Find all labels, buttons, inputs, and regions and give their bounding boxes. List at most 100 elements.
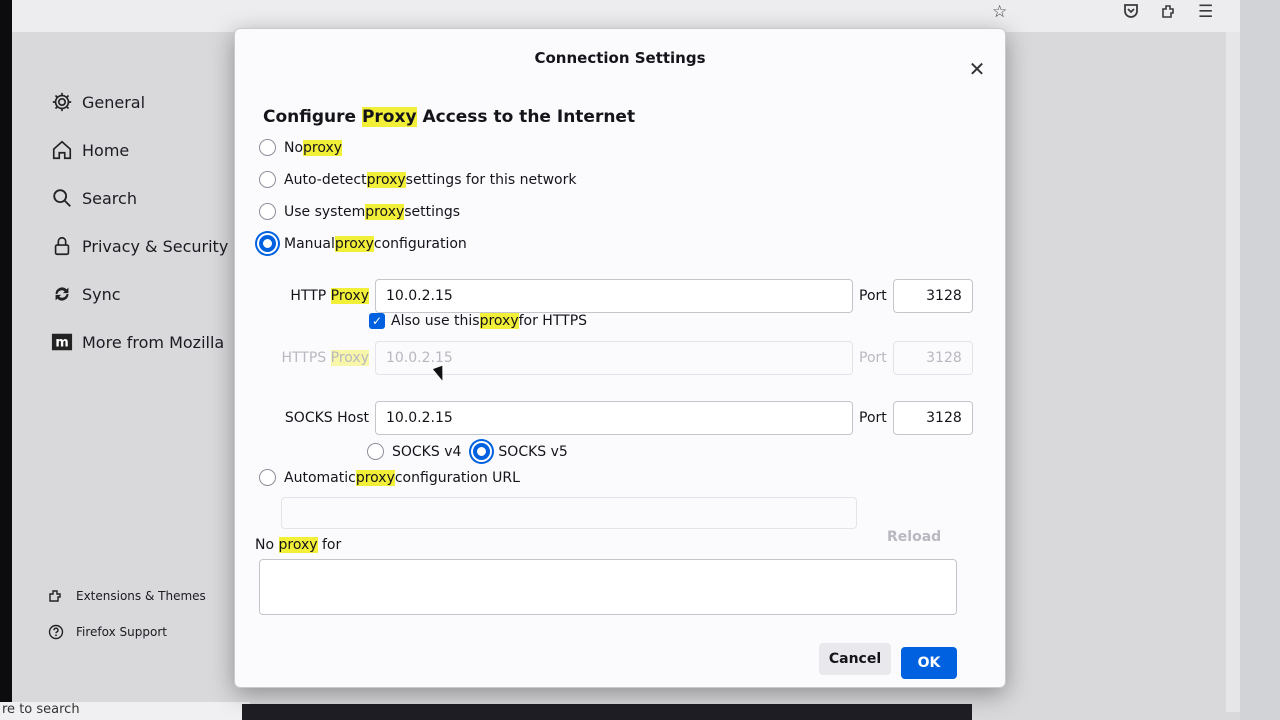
settings-sidebar: General Home Search Privacy & Security S… [50, 78, 230, 366]
http-proxy-label: HTTP Proxy [290, 288, 369, 304]
sidebar-item-general[interactable]: General [50, 78, 230, 126]
cancel-button[interactable]: Cancel [819, 643, 891, 675]
sync-icon [50, 282, 74, 306]
checkbox-checked[interactable]: ✓ [369, 313, 385, 329]
sidebar-item-label: Search [82, 188, 137, 208]
radio-button[interactable] [259, 171, 276, 188]
also-https-checkbox[interactable]: ✓ Also use this proxy for HTTPS [369, 313, 587, 329]
radio-auto-config-url[interactable]: Automatic proxy configuration URL [259, 469, 520, 486]
https-port-label: Port [859, 350, 887, 366]
heading-text-end: Access to the Internet [416, 107, 636, 127]
option-text-end: configuration [373, 235, 467, 252]
https-proxy-row: HTTPS Proxy 10.0.2.15 Port 3128 [275, 341, 973, 375]
extensions-icon[interactable] [1160, 2, 1178, 25]
socks-version-group: SOCKS v4 SOCKS v5 [367, 443, 568, 460]
help-icon [48, 624, 64, 640]
connection-settings-dialog: Connection Settings ✕ Configure Proxy Ac… [234, 28, 1006, 688]
socks-host-input[interactable]: 10.0.2.15 [375, 401, 853, 435]
option-highlight: proxy [334, 235, 374, 252]
radio-system-proxy[interactable]: Use system proxy settings [259, 203, 460, 220]
home-icon [50, 138, 74, 162]
scrollbar[interactable] [1226, 32, 1240, 712]
ok-button[interactable]: OK [901, 647, 957, 679]
heading-text: Configure [263, 107, 362, 127]
sidebar-item-support[interactable]: Firefox Support [48, 614, 206, 650]
option-highlight: proxy [303, 139, 343, 156]
radio-button[interactable] [259, 469, 276, 486]
radio-button-selected[interactable] [259, 235, 276, 252]
option-highlight: proxy [365, 203, 405, 220]
mozilla-logo-icon: m [50, 330, 74, 354]
http-proxy-input[interactable]: 10.0.2.15 [375, 279, 853, 313]
http-proxy-row: HTTP Proxy 10.0.2.15 Port 3128 [275, 279, 973, 313]
auto-config-url-input [281, 497, 857, 529]
firefox-window: ☆ ☰ General Home Search Privacy & Securi… [0, 0, 1280, 720]
option-highlight: proxy [366, 171, 406, 188]
sidebar-item-label: General [82, 92, 146, 112]
socks-port-label: Port [859, 410, 887, 426]
http-port-label: Port [859, 288, 887, 304]
monitor-bezel-right [1240, 0, 1280, 720]
option-highlight: proxy [355, 469, 395, 486]
radio-button[interactable] [259, 203, 276, 220]
radio-auto-detect[interactable]: Auto-detect proxy settings for this netw… [259, 171, 577, 188]
reload-button: Reload [887, 529, 942, 545]
sidebar-item-privacy[interactable]: Privacy & Security [50, 222, 230, 270]
option-text: Use system [284, 203, 366, 220]
gear-icon [50, 90, 74, 114]
sidebar-item-label: Home [82, 140, 130, 160]
sidebar-item-label: More from Mozilla [82, 332, 225, 352]
no-proxy-for-label: No proxy for [255, 537, 342, 553]
sidebar-item-label: Privacy & Security [82, 236, 229, 256]
socks-v4-label: SOCKS v4 [392, 443, 462, 460]
status-bar: re to search [0, 702, 250, 720]
search-icon [50, 186, 74, 210]
radio-button[interactable] [259, 139, 276, 156]
https-proxy-label: HTTPS Proxy [281, 350, 369, 366]
sidebar-item-label: Firefox Support [76, 625, 167, 639]
dialog-title: Connection Settings [534, 49, 706, 67]
no-proxy-textarea[interactable] [259, 559, 957, 615]
menu-icon[interactable]: ☰ [1198, 2, 1213, 22]
option-text: Manual [284, 235, 335, 252]
lock-icon [50, 234, 74, 258]
radio-no-proxy[interactable]: No proxy [259, 139, 343, 156]
socks-host-label: SOCKS Host [284, 410, 369, 426]
sidebar-item-sync[interactable]: Sync [50, 270, 230, 318]
close-button[interactable]: ✕ [965, 57, 989, 81]
sidebar-item-label: Sync [82, 284, 121, 304]
sidebar-footer: Extensions & Themes Firefox Support [48, 578, 206, 650]
sidebar-item-more-mozilla[interactable]: m More from Mozilla [50, 318, 230, 366]
https-proxy-input: 10.0.2.15 [375, 341, 853, 375]
svg-text:m: m [55, 336, 68, 351]
option-text: Automatic [284, 469, 356, 486]
taskbar [242, 704, 972, 720]
bookmark-star-icon[interactable]: ☆ [992, 2, 1007, 22]
heading-highlight: Proxy [361, 107, 417, 127]
sidebar-item-label: Extensions & Themes [76, 589, 206, 603]
section-heading: Configure Proxy Access to the Internet [263, 107, 635, 127]
option-text-end: settings for this network [405, 171, 577, 188]
monitor-bezel [0, 0, 12, 720]
socks-v5-label: SOCKS v5 [498, 443, 568, 460]
close-icon: ✕ [968, 57, 986, 81]
checkbox-text-end: for HTTPS [518, 313, 588, 329]
pocket-icon[interactable] [1122, 2, 1140, 25]
radio-manual-proxy[interactable]: Manual proxy configuration [259, 235, 467, 252]
socks-port-input[interactable]: 3128 [892, 401, 973, 435]
sidebar-item-extensions[interactable]: Extensions & Themes [48, 578, 206, 614]
option-text: Auto-detect [284, 171, 367, 188]
option-text: No [284, 139, 304, 156]
option-text-end: configuration URL [394, 469, 520, 486]
http-port-input[interactable]: 3128 [892, 279, 973, 313]
https-port-input: 3128 [892, 341, 973, 375]
sidebar-item-home[interactable]: Home [50, 126, 230, 174]
checkbox-highlight: proxy [479, 313, 519, 329]
socks-host-row: SOCKS Host 10.0.2.15 Port 3128 [275, 401, 973, 435]
checkbox-text: Also use this [391, 313, 480, 329]
sidebar-item-search[interactable]: Search [50, 174, 230, 222]
radio-socks-v4[interactable] [367, 443, 384, 460]
radio-socks-v5[interactable] [473, 443, 491, 460]
puzzle-icon [49, 590, 61, 602]
option-text-end: settings [404, 203, 461, 220]
